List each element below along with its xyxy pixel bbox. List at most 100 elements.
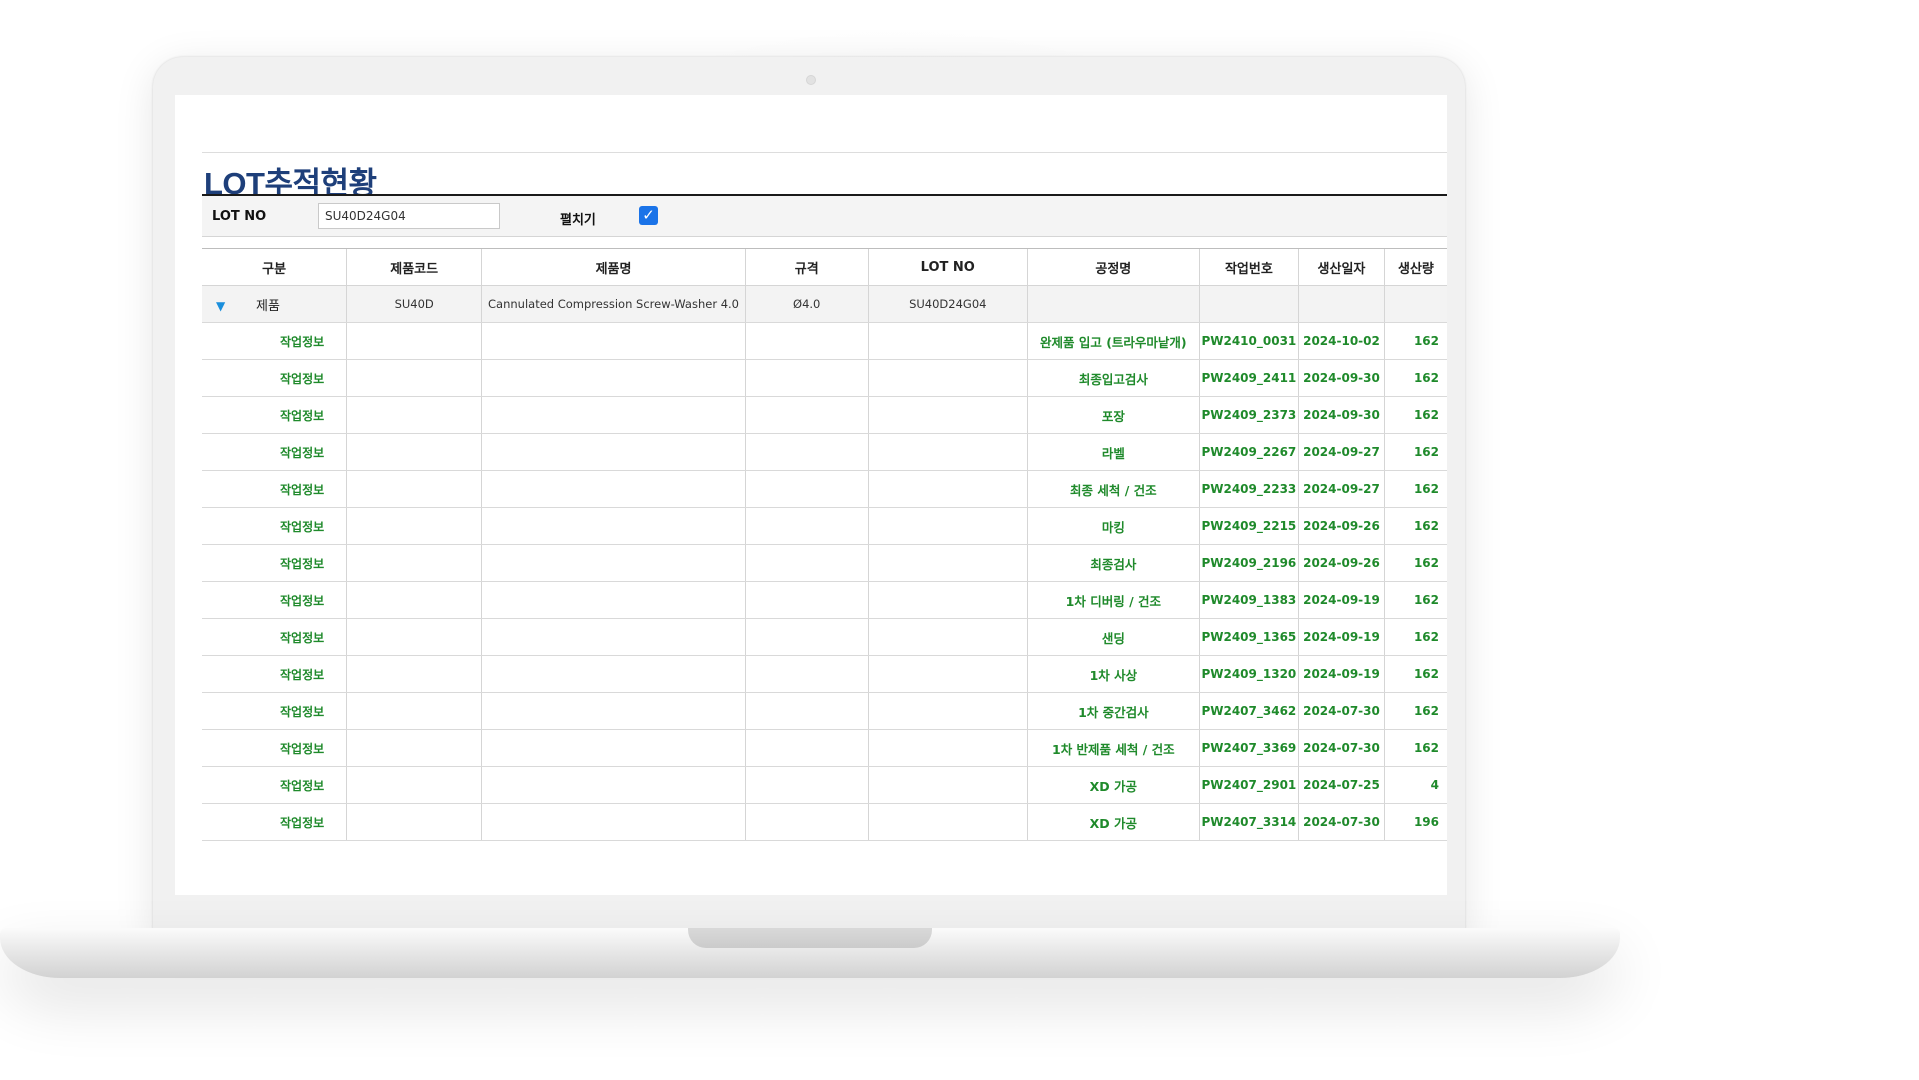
row-product-code: [346, 692, 482, 730]
row-qty: 162: [1383, 359, 1447, 397]
row-spec: [744, 655, 869, 693]
row-product-name: [481, 507, 746, 545]
col-header-gubun[interactable]: 구분: [202, 248, 347, 286]
row-process: 1차 디버링 / 건조: [1026, 581, 1200, 619]
row-work-no: PW2407_2901: [1198, 766, 1299, 804]
row-prod-date: 2024-09-30: [1298, 396, 1385, 434]
table-row[interactable]: 작업정보 샌딩 PW2409_1365 2024-09-19 162: [202, 618, 1447, 656]
row-lot-no: [867, 803, 1028, 841]
row-qty: 162: [1383, 618, 1447, 656]
row-prod-date: 2024-09-27: [1298, 470, 1385, 508]
col-header-product-name[interactable]: 제품명: [481, 248, 746, 286]
col-header-prod-date[interactable]: 생산일자: [1298, 248, 1385, 286]
expand-label: 펼치기: [560, 213, 596, 228]
row-product-code: [346, 433, 482, 471]
check-icon: ✓: [642, 206, 655, 224]
row-gubun: 작업정보: [202, 803, 347, 841]
row-gubun: 작업정보: [202, 359, 347, 397]
row-work-no: PW2409_1383: [1198, 581, 1299, 619]
row-spec: [744, 433, 869, 471]
row-work-no: PW2409_2233: [1198, 470, 1299, 508]
table-row[interactable]: 작업정보 최종 세척 / 건조 PW2409_2233 2024-09-27 162: [202, 470, 1447, 508]
product-row[interactable]: ▼ 제품 SU40D Cannulated Compression Screw-W…: [202, 285, 1447, 323]
table-row[interactable]: 작업정보 XD 가공 PW2407_3314 2024-07-30 196: [202, 803, 1447, 841]
product-gubun-cell[interactable]: ▼ 제품: [202, 285, 347, 323]
row-lot-no: [867, 470, 1028, 508]
row-prod-date: 2024-07-25: [1298, 766, 1385, 804]
product-name: Cannulated Compression Screw-Washer 4.0: [481, 285, 746, 323]
col-header-work-no[interactable]: 작업번호: [1198, 248, 1299, 286]
row-qty: 162: [1383, 396, 1447, 434]
lot-trace-table: 구분 제품코드 제품명 규격 LOT NO 공정명 작업번호 생산일자 생산량 …: [202, 248, 1447, 841]
row-product-code: [346, 766, 482, 804]
table-row[interactable]: 작업정보 1차 중간검사 PW2407_3462 2024-07-30 162: [202, 692, 1447, 730]
row-qty: 196: [1383, 803, 1447, 841]
row-qty: 162: [1383, 729, 1447, 767]
row-product-name: [481, 766, 746, 804]
row-gubun: 작업정보: [202, 322, 347, 360]
row-gubun: 작업정보: [202, 692, 347, 730]
laptop-notch: [688, 928, 932, 948]
table-row[interactable]: 작업정보 1차 사상 PW2409_1320 2024-09-19 162: [202, 655, 1447, 693]
table-row[interactable]: 작업정보 완제품 입고 (트라우마낱개) PW2410_0031 2024-10-02…: [202, 322, 1447, 360]
row-spec: [744, 322, 869, 360]
row-qty: 162: [1383, 507, 1447, 545]
table-row[interactable]: 작업정보 1차 반제품 세척 / 건조 PW2407_3369 2024-07-30 1…: [202, 729, 1447, 767]
row-spec: [744, 581, 869, 619]
row-product-code: [346, 803, 482, 841]
row-qty: 162: [1383, 581, 1447, 619]
row-gubun: 작업정보: [202, 618, 347, 656]
table-row[interactable]: 작업정보 1차 디버링 / 건조 PW2409_1383 2024-09-19 162: [202, 581, 1447, 619]
col-header-spec[interactable]: 규격: [744, 248, 869, 286]
row-process: 1차 사상: [1026, 655, 1200, 693]
table-row[interactable]: 작업정보 최종검사 PW2409_2196 2024-09-26 162: [202, 544, 1447, 582]
row-gubun: 작업정보: [202, 655, 347, 693]
col-header-product-code[interactable]: 제품코드: [346, 248, 482, 286]
row-lot-no: [867, 655, 1028, 693]
row-process: 1차 중간검사: [1026, 692, 1200, 730]
row-process: XD 가공: [1026, 803, 1200, 841]
row-work-no: PW2407_3462: [1198, 692, 1299, 730]
row-work-no: PW2409_1320: [1198, 655, 1299, 693]
lot-no-input[interactable]: [318, 203, 500, 229]
col-header-process[interactable]: 공정명: [1026, 248, 1200, 286]
row-process: 샌딩: [1026, 618, 1200, 656]
row-gubun: 작업정보: [202, 729, 347, 767]
col-header-lot-no[interactable]: LOT NO: [867, 248, 1028, 286]
row-process: 1차 반제품 세척 / 건조: [1026, 729, 1200, 767]
row-prod-date: 2024-09-19: [1298, 655, 1385, 693]
row-process: XD 가공: [1026, 766, 1200, 804]
row-product-code: [346, 507, 482, 545]
product-spec: Ø4.0: [744, 285, 869, 323]
caret-down-icon[interactable]: ▼: [216, 299, 256, 313]
row-work-no: PW2410_0031: [1198, 322, 1299, 360]
row-spec: [744, 692, 869, 730]
table-row[interactable]: 작업정보 XD 가공 PW2407_2901 2024-07-25 4: [202, 766, 1447, 804]
table-row[interactable]: 작업정보 포장 PW2409_2373 2024-09-30 162: [202, 396, 1447, 434]
row-lot-no: [867, 359, 1028, 397]
row-work-no: PW2407_3314: [1198, 803, 1299, 841]
product-gubun: 제품: [256, 298, 280, 314]
table-row[interactable]: 작업정보 마킹 PW2409_2215 2024-09-26 162: [202, 507, 1447, 545]
row-qty: 162: [1383, 655, 1447, 693]
row-work-no: PW2409_2411: [1198, 359, 1299, 397]
row-prod-date: 2024-09-26: [1298, 544, 1385, 582]
row-lot-no: [867, 322, 1028, 360]
row-prod-date: 2024-10-02: [1298, 322, 1385, 360]
row-product-name: [481, 433, 746, 471]
row-qty: 162: [1383, 470, 1447, 508]
row-product-name: [481, 655, 746, 693]
row-work-no: PW2409_2196: [1198, 544, 1299, 582]
expand-checkbox[interactable]: ✓: [639, 206, 658, 225]
row-process: 포장: [1026, 396, 1200, 434]
row-lot-no: [867, 692, 1028, 730]
screen: LOT추적현황 LOT NO 펼치기 ✓ 구분 제품코드 제품명 규격 LOT …: [175, 95, 1447, 895]
row-product-code: [346, 544, 482, 582]
row-product-name: [481, 470, 746, 508]
col-header-qty[interactable]: 생산량: [1383, 248, 1447, 286]
table-row[interactable]: 작업정보 최종입고검사 PW2409_2411 2024-09-30 162: [202, 359, 1447, 397]
row-gubun: 작업정보: [202, 544, 347, 582]
table-row[interactable]: 작업정보 라벨 PW2409_2267 2024-09-27 162: [202, 433, 1447, 471]
row-prod-date: 2024-07-30: [1298, 729, 1385, 767]
row-prod-date: 2024-07-30: [1298, 803, 1385, 841]
